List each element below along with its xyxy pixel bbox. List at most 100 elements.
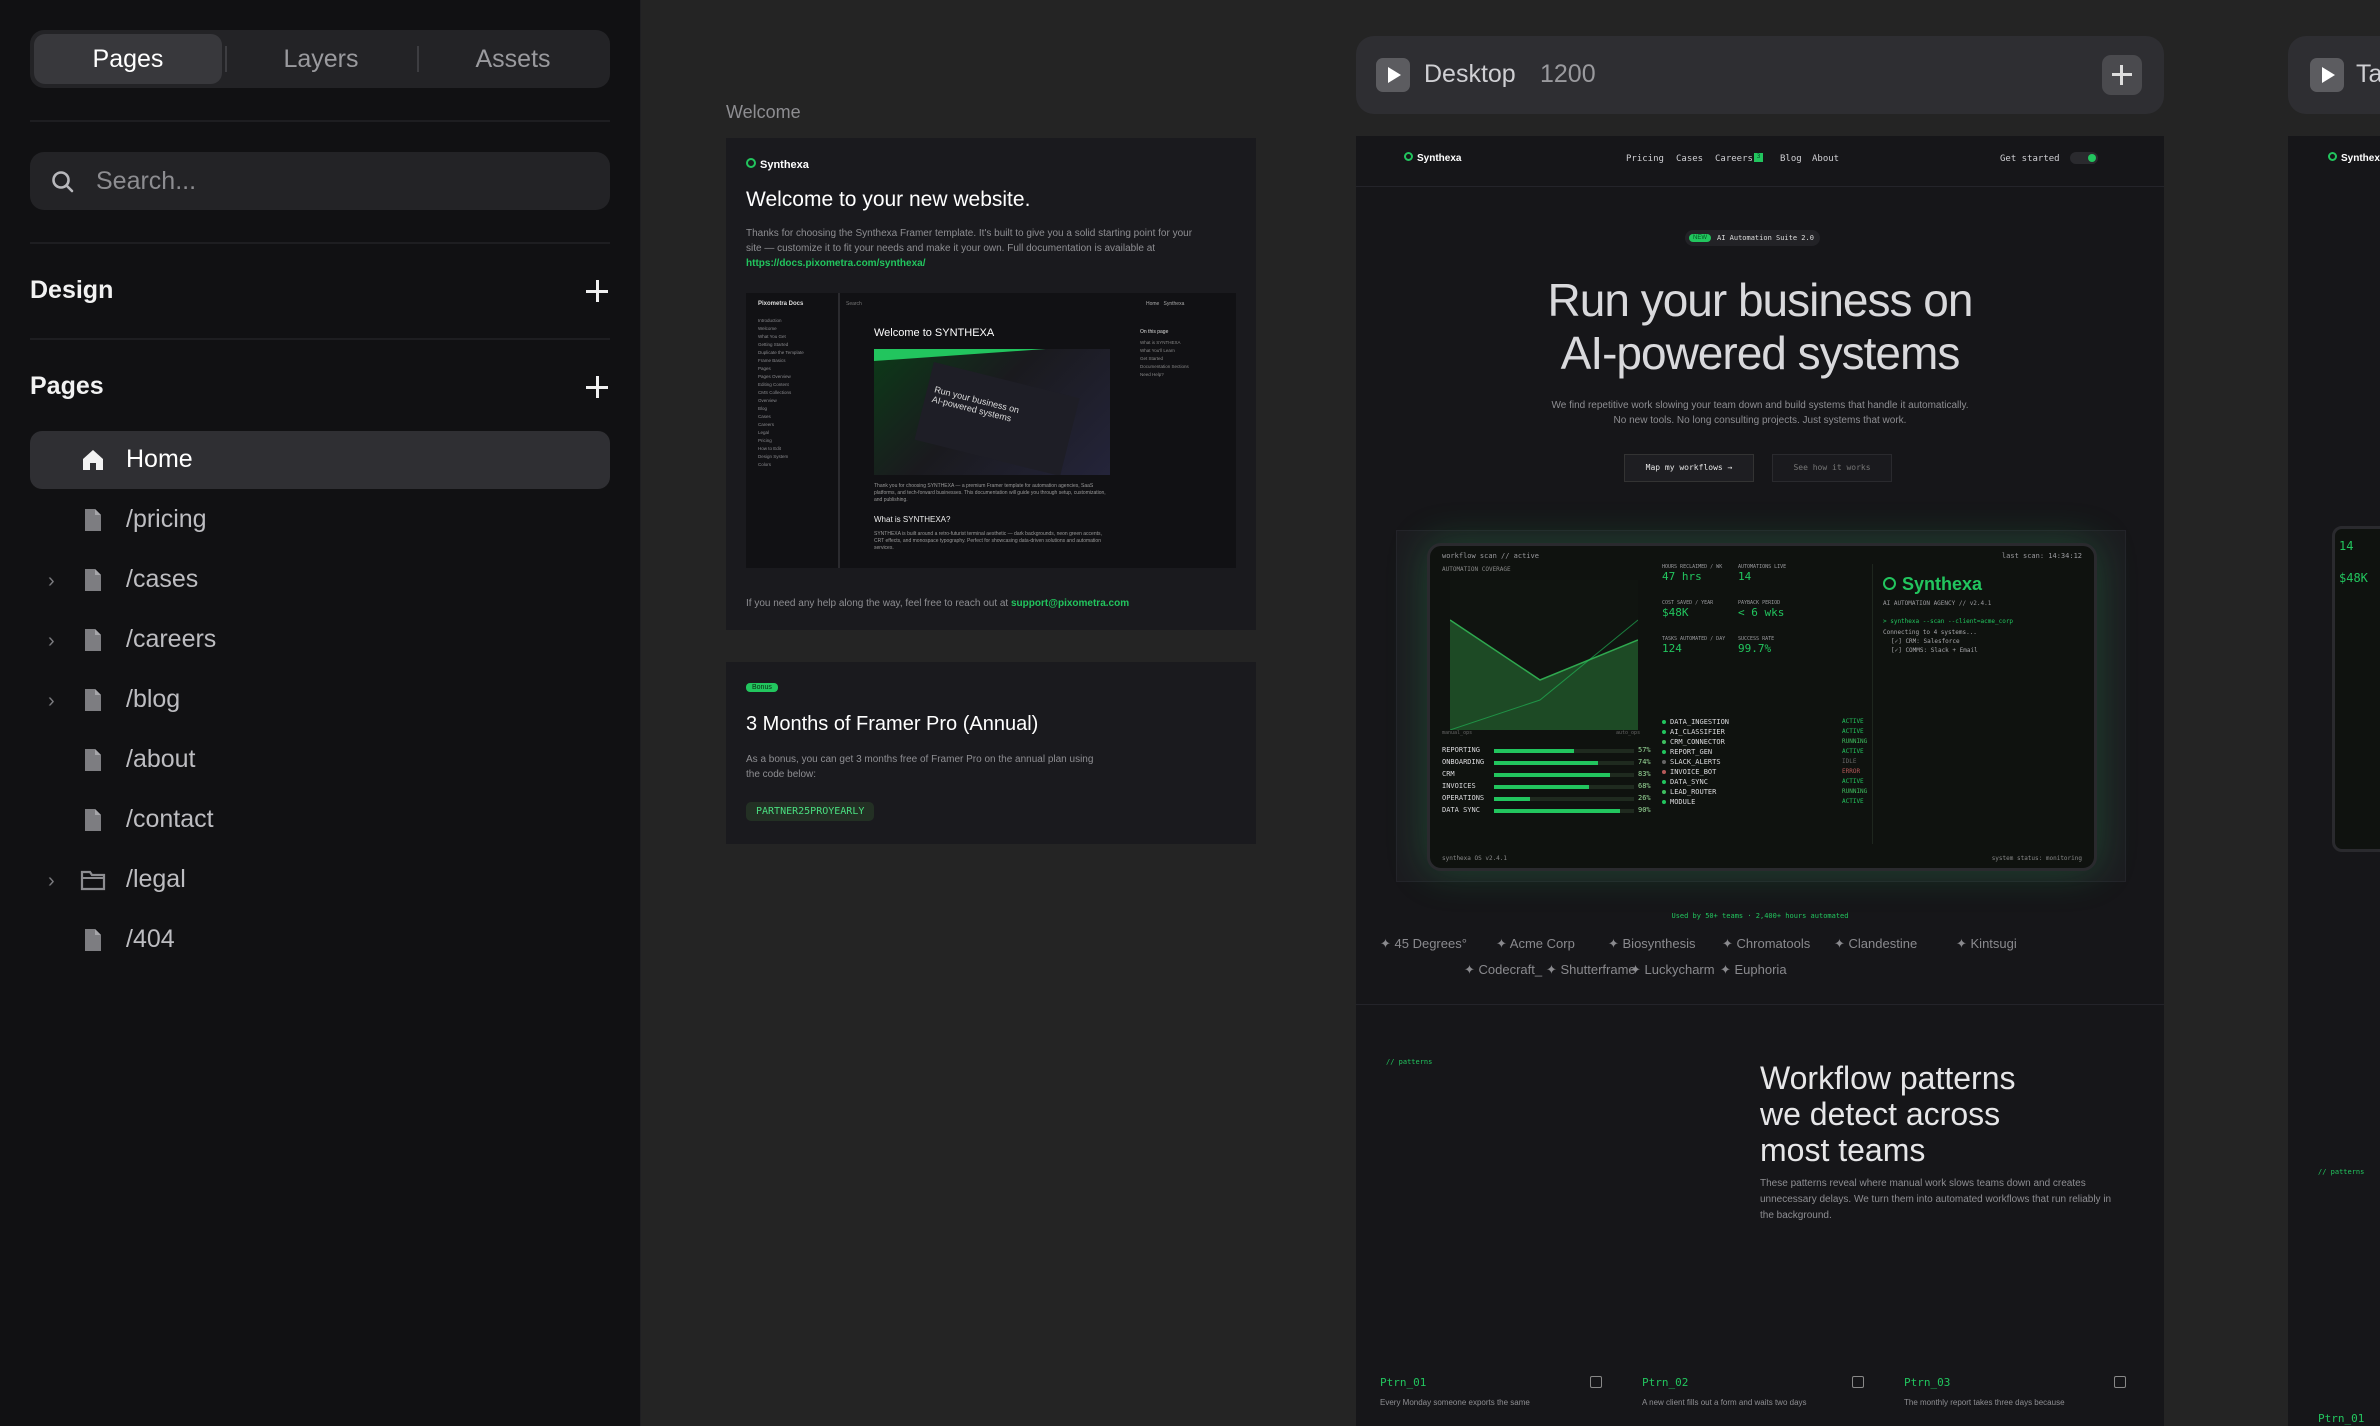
category-bar: OPERATIONS 26% bbox=[1442, 794, 1662, 804]
category-bar: ONBOARDING 74% bbox=[1442, 758, 1662, 768]
search-input[interactable]: Search... bbox=[30, 152, 610, 210]
tablet-site-frame[interactable]: Synthexa 14 $48K // patterns Ptrn_01 bbox=[2288, 136, 2380, 1426]
synthexa-logo-icon bbox=[1404, 152, 1413, 161]
client-logo-icon: ✦ bbox=[1464, 962, 1479, 977]
preview-play-button[interactable] bbox=[1376, 58, 1410, 92]
desktop-site-frame[interactable]: Synthexa Pricing Cases Careers 3 Blog Ab… bbox=[1356, 136, 2164, 1426]
tablet-stat: 14 bbox=[2339, 539, 2354, 553]
chevron-right-icon[interactable]: › bbox=[48, 690, 55, 713]
support-email-link[interactable]: support@pixometra.com bbox=[1011, 598, 1129, 609]
docs-link[interactable]: https://docs.pixometra.com/synthexa/ bbox=[746, 258, 926, 269]
docs-preview-nav-item: Legal bbox=[758, 430, 770, 435]
welcome-card[interactable]: Synthexa Welcome to your new website. Th… bbox=[726, 138, 1256, 630]
patterns-title: Workflow patterns we detect across most … bbox=[1760, 1060, 2016, 1168]
tablet-frame-titlebar[interactable]: Ta bbox=[2288, 36, 2380, 114]
client-logo-icon: ✦ bbox=[1956, 936, 1971, 951]
page-item[interactable]: /404 bbox=[30, 911, 610, 969]
docs-preview-what-heading: What is SYNTHEXA? bbox=[874, 515, 951, 524]
client-logo: ✦ Codecraft_ bbox=[1464, 962, 1542, 978]
page-item[interactable]: › /careers bbox=[30, 611, 610, 669]
pattern-id: Ptrn_03 bbox=[1904, 1376, 1951, 1389]
chevron-right-icon[interactable]: › bbox=[48, 630, 55, 653]
client-logo-name: Euphoria bbox=[1734, 962, 1787, 977]
divider bbox=[30, 242, 610, 244]
chevron-right-icon[interactable]: › bbox=[48, 570, 55, 593]
hero-title: Run your business on AI-powered systems bbox=[1547, 274, 1974, 379]
tab-pages[interactable]: Pages bbox=[34, 34, 222, 84]
plus-icon bbox=[2120, 65, 2123, 85]
divider bbox=[1356, 186, 2164, 187]
nav-get-started[interactable]: Get started bbox=[2000, 154, 2060, 164]
welcome-brand: Synthexa bbox=[746, 158, 809, 171]
page-item[interactable]: › /cases bbox=[30, 551, 610, 609]
category-bar: CRM 83% bbox=[1442, 770, 1662, 780]
module-name: SLACK_ALERTS bbox=[1670, 758, 1721, 766]
module-status: RUNNING bbox=[1842, 788, 1868, 795]
left-panel: Pages Layers Assets Search... Design Pag… bbox=[0, 0, 641, 1426]
docs-preview-title: Pixometra Docs bbox=[758, 301, 804, 307]
page-item[interactable]: /about bbox=[30, 731, 610, 789]
nav-about[interactable]: About bbox=[1812, 154, 1839, 164]
map-workflows-button[interactable]: Map my workflows → bbox=[1624, 454, 1754, 482]
nav-cases[interactable]: Cases bbox=[1676, 154, 1703, 164]
pattern-card[interactable]: Ptrn_02 A new client fills out a form and… bbox=[1642, 1376, 1882, 1426]
add-breakpoint-button[interactable] bbox=[2102, 55, 2142, 95]
pattern-id: Ptrn_02 bbox=[1642, 1376, 1689, 1389]
chevron-right-icon[interactable]: › bbox=[48, 870, 55, 893]
terminal-command: > synthexa --scan --client=acme_corp bbox=[1883, 618, 2014, 625]
page-item[interactable]: /contact bbox=[30, 791, 610, 849]
see-how-button[interactable]: See how it works bbox=[1772, 454, 1892, 482]
page-item[interactable]: › /legal bbox=[30, 851, 610, 909]
bonus-badge: Bonus bbox=[746, 683, 778, 692]
module-list: DATA_INGESTION ACTIVE AI_CLASSIFIER ACTIVE C… bbox=[1662, 718, 1882, 818]
page-item[interactable]: Home bbox=[30, 431, 610, 489]
chart-tick-left: manual_ops bbox=[1442, 730, 1473, 736]
desktop-frame-titlebar[interactable]: Desktop 1200 bbox=[1356, 36, 2164, 114]
module-row: CRM_CONNECTOR RUNNING bbox=[1662, 738, 1882, 747]
client-logo-icon: ✦ bbox=[1496, 936, 1510, 951]
synthexa-logo-icon bbox=[2328, 152, 2337, 161]
preview-play-button[interactable] bbox=[2310, 58, 2344, 92]
module-row: DATA_SYNC ACTIVE bbox=[1662, 778, 1882, 787]
page-item-label: /careers bbox=[126, 625, 217, 653]
stats-grid: HOURS RECLAIMED / WK 47 hrs AUTOMATIONS LI… bbox=[1662, 564, 1812, 674]
module-status: ACTIVE bbox=[1842, 798, 1864, 805]
breakpoint-name: Desktop bbox=[1424, 60, 1516, 88]
bonus-card[interactable]: Bonus 3 Months of Framer Pro (Annual) As… bbox=[726, 662, 1256, 844]
pattern-card[interactable]: Ptrn_03 The monthly report takes three da… bbox=[1904, 1376, 2144, 1426]
add-design-button[interactable] bbox=[586, 280, 608, 302]
category-bar-pct: 90% bbox=[1638, 806, 1651, 814]
pattern-card[interactable]: Ptrn_01 Every Monday someone exports the … bbox=[1380, 1376, 1620, 1426]
page-item-label: /404 bbox=[126, 925, 175, 953]
nav-pricing[interactable]: Pricing bbox=[1626, 154, 1664, 164]
page-icon bbox=[80, 687, 106, 718]
tab-layers[interactable]: Layers bbox=[227, 34, 415, 84]
category-bar-label: CRM bbox=[1442, 770, 1455, 778]
welcome-help-text: If you need any help along the way, feel… bbox=[746, 598, 1130, 609]
nav-careers[interactable]: Careers bbox=[1715, 154, 1753, 164]
search-placeholder: Search... bbox=[96, 167, 197, 195]
client-logo: ✦ Euphoria bbox=[1720, 962, 1787, 978]
client-logo: ✦ Clandestine bbox=[1834, 936, 1917, 952]
docs-preview-toc-item: Documentation Sections bbox=[1140, 364, 1189, 369]
site-brand[interactable]: Synthexa bbox=[1404, 152, 1461, 164]
client-logo-icon: ✦ bbox=[1546, 962, 1561, 977]
docs-preview-hero-image: Run your business on AI-powered systems bbox=[874, 349, 1110, 475]
client-logo: ✦ Biosynthesis bbox=[1608, 936, 1696, 952]
add-page-button[interactable] bbox=[586, 376, 608, 398]
page-item[interactable]: /pricing bbox=[30, 491, 610, 549]
docs-preview-nav-item: Frame Basics bbox=[758, 358, 786, 363]
page-item[interactable]: › /blog bbox=[30, 671, 610, 729]
nav-blog[interactable]: Blog bbox=[1780, 154, 1802, 164]
welcome-body: Thanks for choosing the Synthexa Framer … bbox=[746, 228, 1193, 269]
tab-assets[interactable]: Assets bbox=[419, 34, 607, 84]
docs-preview-nav-item: Careers bbox=[758, 422, 775, 427]
pattern-text: The monthly report takes three days beca… bbox=[1904, 1398, 2065, 1407]
category-bar-pct: 83% bbox=[1638, 770, 1651, 778]
promo-code[interactable]: PARTNER25PROYEARLY bbox=[746, 802, 875, 821]
frame-label-welcome[interactable]: Welcome bbox=[726, 102, 801, 123]
docs-preview-nav-item: Design System bbox=[758, 454, 789, 459]
theme-toggle[interactable] bbox=[2070, 152, 2098, 164]
hero-badge-text: AI Automation Suite 2.0 bbox=[1717, 234, 1814, 242]
patterns-tag: // patterns bbox=[2318, 1168, 2365, 1176]
